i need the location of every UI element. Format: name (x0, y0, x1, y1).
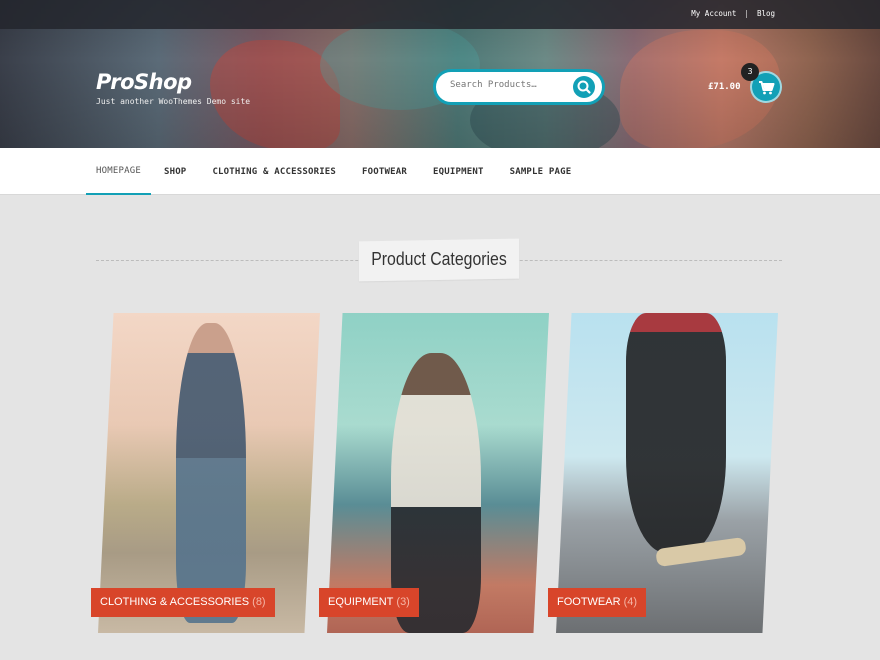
my-account-link[interactable]: My Account (691, 9, 736, 18)
category-image-equipment[interactable] (327, 313, 549, 633)
category-name: FOOTWEAR (557, 596, 621, 608)
category-image-clothing[interactable] (98, 313, 320, 633)
cart-total[interactable]: £71.00 (708, 82, 741, 92)
category-card-footwear[interactable] (556, 313, 778, 633)
section-title-box: Product Categories (359, 238, 519, 282)
category-card-equipment[interactable] (327, 313, 549, 633)
search-form (433, 69, 605, 105)
category-label-clothing[interactable]: CLOTHING & ACCESSORIES (8) (91, 588, 275, 617)
section-title: Product Categories (371, 249, 507, 269)
search-button[interactable] (573, 76, 595, 98)
nav-item-sample-page[interactable]: SAMPLE PAGE (497, 148, 585, 195)
category-label-equipment[interactable]: EQUIPMENT (3) (319, 588, 419, 617)
category-count: (3) (396, 596, 410, 608)
main-nav: HOMEPAGE SHOP CLOTHING & ACCESSORIES FOO… (0, 148, 880, 195)
nav-item-shop[interactable]: SHOP (151, 148, 199, 195)
blog-link[interactable]: Blog (757, 9, 775, 18)
nav-item-clothing-accessories[interactable]: CLOTHING & ACCESSORIES (199, 148, 349, 195)
category-count: (4) (623, 596, 638, 608)
search-input[interactable] (450, 80, 570, 90)
search-icon (577, 80, 591, 94)
nav-item-footwear[interactable]: FOOTWEAR (349, 148, 420, 195)
category-label-footwear[interactable]: FOOTWEAR (4) (548, 588, 647, 617)
top-links: My Account | Blog (691, 9, 775, 18)
nav-item-equipment[interactable]: EQUIPMENT (420, 148, 497, 195)
category-count: (8) (252, 596, 266, 608)
category-name: CLOTHING & ACCESSORIES (100, 596, 250, 608)
nav-item-homepage[interactable]: HOMEPAGE (86, 148, 151, 195)
category-card-clothing[interactable] (98, 313, 320, 633)
header-banner: My Account | Blog ProShop Just another W… (0, 0, 880, 148)
category-image-footwear[interactable] (556, 313, 778, 633)
category-name: EQUIPMENT (328, 596, 394, 608)
cart-count-badge: 3 (741, 63, 759, 81)
site-tagline: Just another WooThemes Demo site (96, 97, 251, 106)
site-title[interactable]: ProShop (96, 70, 192, 94)
